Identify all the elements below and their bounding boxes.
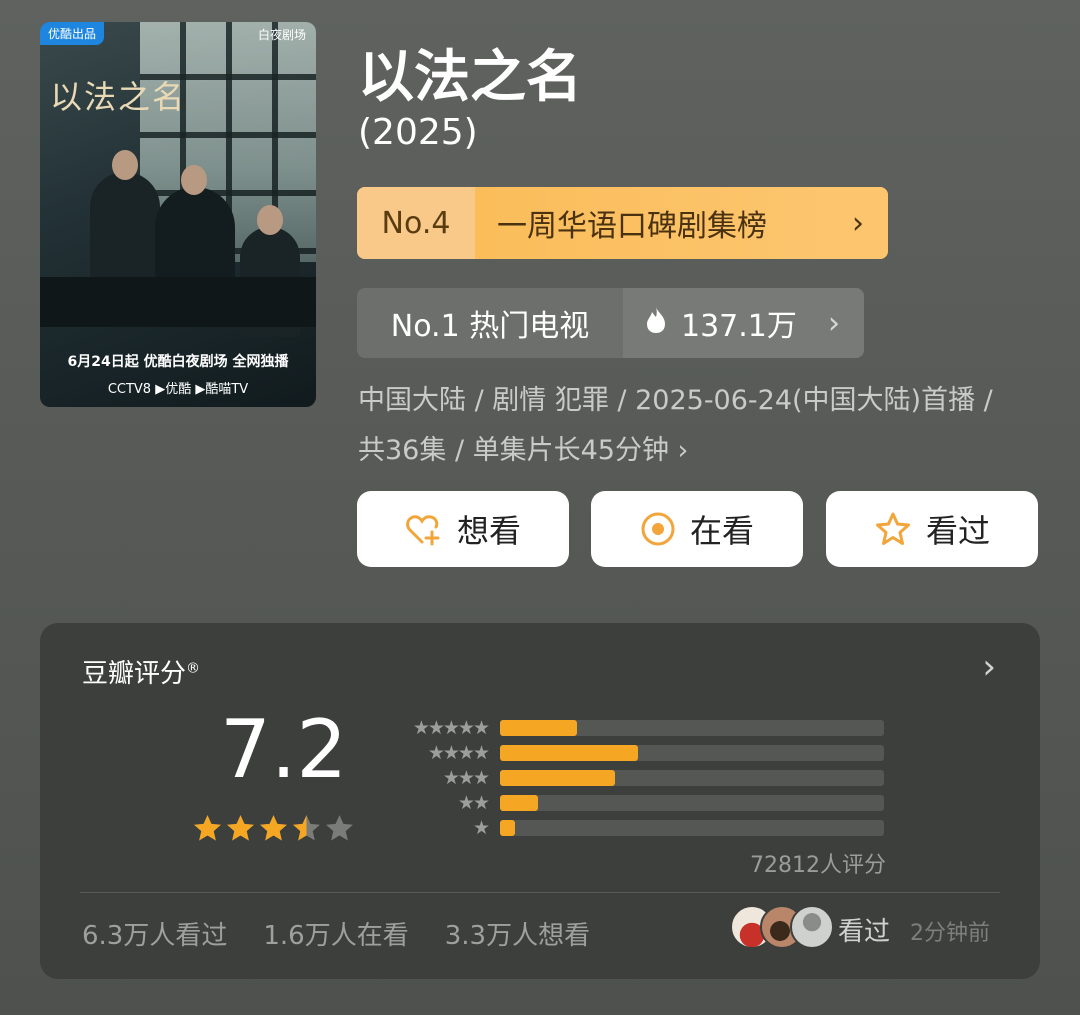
chevron-right-icon: › <box>828 305 840 341</box>
avatar <box>790 905 834 949</box>
rank-badge-weekly[interactable]: No.4 一周华语口碑剧集榜 › <box>357 187 888 259</box>
watched-label: 看过 <box>925 512 990 550</box>
distribution-track <box>500 719 884 736</box>
rating-source: 豆瓣评分 <box>82 659 187 689</box>
poster-logo-title: 以法之名 <box>50 78 187 116</box>
star-icon <box>293 815 320 841</box>
chevron-right-icon[interactable]: › <box>982 647 996 687</box>
distribution-track <box>500 819 884 836</box>
friend-seen-label: 看过 <box>838 917 891 947</box>
friend-seen-time: 2分钟前 <box>910 921 990 946</box>
registered-mark: ® <box>186 660 201 677</box>
distribution-row: ★★★ <box>388 765 884 790</box>
star-icon <box>227 815 254 841</box>
distribution-bar <box>500 744 639 761</box>
heat-value: 137.1万 <box>681 309 797 344</box>
distribution-stars: ★★★★ <box>427 741 490 764</box>
distribution-track <box>500 794 884 811</box>
rating-header: 豆瓣评分® <box>82 653 200 690</box>
friend-avatars[interactable] <box>730 905 834 949</box>
watched-count: 6.3万人看过 <box>82 921 228 951</box>
poster-brand-tag: 优酷出品 <box>40 22 105 45</box>
watch-stats: 6.3万人看过 1.6万人在看 3.3万人想看 <box>82 915 590 952</box>
distribution-stars: ★★★ <box>442 766 490 789</box>
poster-desk <box>40 277 316 327</box>
distribution-row: ★★★★★ <box>388 715 884 740</box>
want-to-watch-label: 想看 <box>456 512 521 550</box>
star-outline-icon <box>874 511 912 547</box>
star-icon <box>326 815 353 841</box>
rating-card[interactable]: 豆瓣评分® › 7.2 ★★★★★ ★★★★ ★★★ ★★ ★ 72812人评分 6.3… <box>40 623 1040 979</box>
watching-button[interactable]: 在看 <box>591 491 803 567</box>
want-count: 3.3万人想看 <box>444 921 591 951</box>
distribution-row: ★ <box>388 815 884 840</box>
poster-platforms: CCTV8 ▶优酷 ▶酷喵TV <box>107 382 249 397</box>
rating-score: 7.2 <box>220 703 348 796</box>
fire-icon <box>645 306 667 341</box>
distribution-stars: ★ <box>472 816 490 839</box>
star-icon <box>260 815 287 841</box>
watching-count: 1.6万人在看 <box>263 921 409 951</box>
distribution-stars: ★★★★★ <box>412 716 490 739</box>
watching-label: 在看 <box>689 512 754 550</box>
distribution-track <box>500 744 884 761</box>
distribution-bar <box>500 769 616 786</box>
target-icon <box>640 511 676 547</box>
rating-distribution: ★★★★★ ★★★★ ★★★ ★★ ★ <box>388 715 884 840</box>
distribution-bar <box>500 719 577 736</box>
divider <box>80 892 1000 893</box>
rating-stars <box>192 813 355 842</box>
distribution-row: ★★ <box>388 790 884 815</box>
poster-image[interactable]: 优酷出品 白夜剧场 以法之名 6月24日起 优酷白夜剧场 全网独播 CCTV8 … <box>40 22 316 407</box>
page-title: 以法之名 <box>358 45 582 110</box>
rank-number: No.4 <box>357 187 475 259</box>
star-icon <box>194 815 221 841</box>
want-to-watch-button[interactable]: 想看 <box>357 491 569 567</box>
rank-list-name: 一周华语口碑剧集榜 <box>475 187 828 259</box>
hot-rank-label: No.1 热门电视 <box>390 309 590 344</box>
watched-button[interactable]: 看过 <box>826 491 1038 567</box>
distribution-bar <box>500 819 516 836</box>
poster-theater-tag: 白夜剧场 <box>257 28 306 42</box>
poster-tagline: 6月24日起 优酷白夜剧场 全网独播 <box>67 354 289 370</box>
chevron-right-icon: › <box>828 187 888 259</box>
heat-value-area: 137.1万 › <box>623 288 864 358</box>
distribution-stars: ★★ <box>457 791 490 814</box>
release-year: (2025) <box>358 112 478 153</box>
heart-plus-icon <box>405 512 443 546</box>
distribution-row: ★★★★ <box>388 740 884 765</box>
rank-badge-hot[interactable]: No.1 热门电视 137.1万 › <box>357 288 864 358</box>
distribution-track <box>500 769 884 786</box>
distribution-bar <box>500 794 539 811</box>
rating-count: 72812人评分 <box>750 853 886 878</box>
show-meta-info[interactable]: 中国大陆 / 剧情 犯罪 / 2025-06-24(中国大陆)首播 / 共36集… <box>358 376 1018 476</box>
